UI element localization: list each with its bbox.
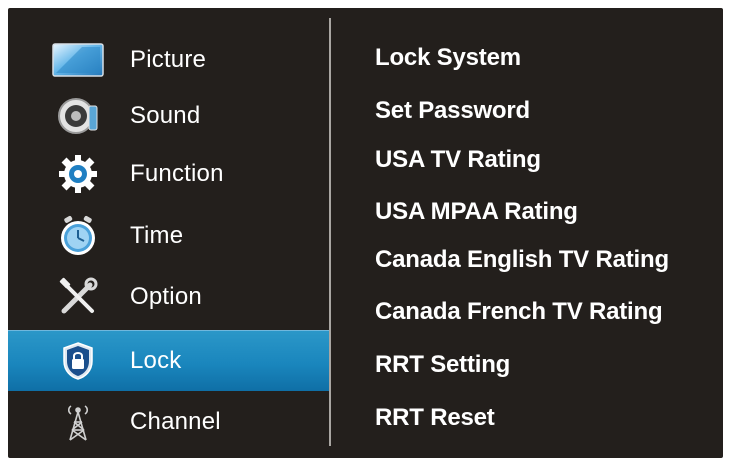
- tools-icon: [52, 275, 104, 319]
- gear-icon: [52, 152, 104, 196]
- submenu-item-lock-system[interactable]: Lock System: [375, 44, 521, 72]
- menu-item-label: Channel: [130, 408, 221, 435]
- menu-item-channel[interactable]: Channel: [8, 392, 329, 452]
- submenu-item-canada-english-tv-rating[interactable]: Canada English TV Rating: [375, 246, 669, 274]
- menu-item-label: Sound: [130, 102, 201, 129]
- menu-item-sound[interactable]: Sound: [8, 86, 329, 146]
- submenu-item-usa-mpaa-rating[interactable]: USA MPAA Rating: [375, 198, 578, 226]
- menu-item-label: Function: [130, 160, 224, 187]
- menu-divider: [329, 18, 331, 446]
- menu-item-label: Lock: [130, 347, 182, 374]
- tv-menu-screen: Picture Sound Function Time Option Lock …: [8, 8, 723, 458]
- menu-item-label: Option: [130, 283, 202, 310]
- picture-icon: [52, 38, 104, 82]
- menu-item-option[interactable]: Option: [8, 267, 329, 327]
- clock-icon: [52, 214, 104, 258]
- menu-item-time[interactable]: Time: [8, 206, 329, 266]
- speaker-icon: [52, 94, 104, 138]
- antenna-icon: [52, 400, 104, 444]
- submenu-item-rrt-reset[interactable]: RRT Reset: [375, 404, 495, 432]
- submenu-item-usa-tv-rating[interactable]: USA TV Rating: [375, 146, 541, 174]
- lock-icon: [52, 339, 104, 383]
- menu-item-picture[interactable]: Picture: [8, 30, 329, 90]
- submenu-item-canada-french-tv-rating[interactable]: Canada French TV Rating: [375, 298, 663, 326]
- submenu-item-rrt-setting[interactable]: RRT Setting: [375, 351, 510, 379]
- menu-item-label: Picture: [130, 46, 207, 73]
- menu-item-label: Time: [130, 222, 184, 249]
- menu-item-lock[interactable]: Lock: [8, 330, 329, 391]
- submenu-item-set-password[interactable]: Set Password: [375, 97, 530, 125]
- menu-item-function[interactable]: Function: [8, 144, 329, 204]
